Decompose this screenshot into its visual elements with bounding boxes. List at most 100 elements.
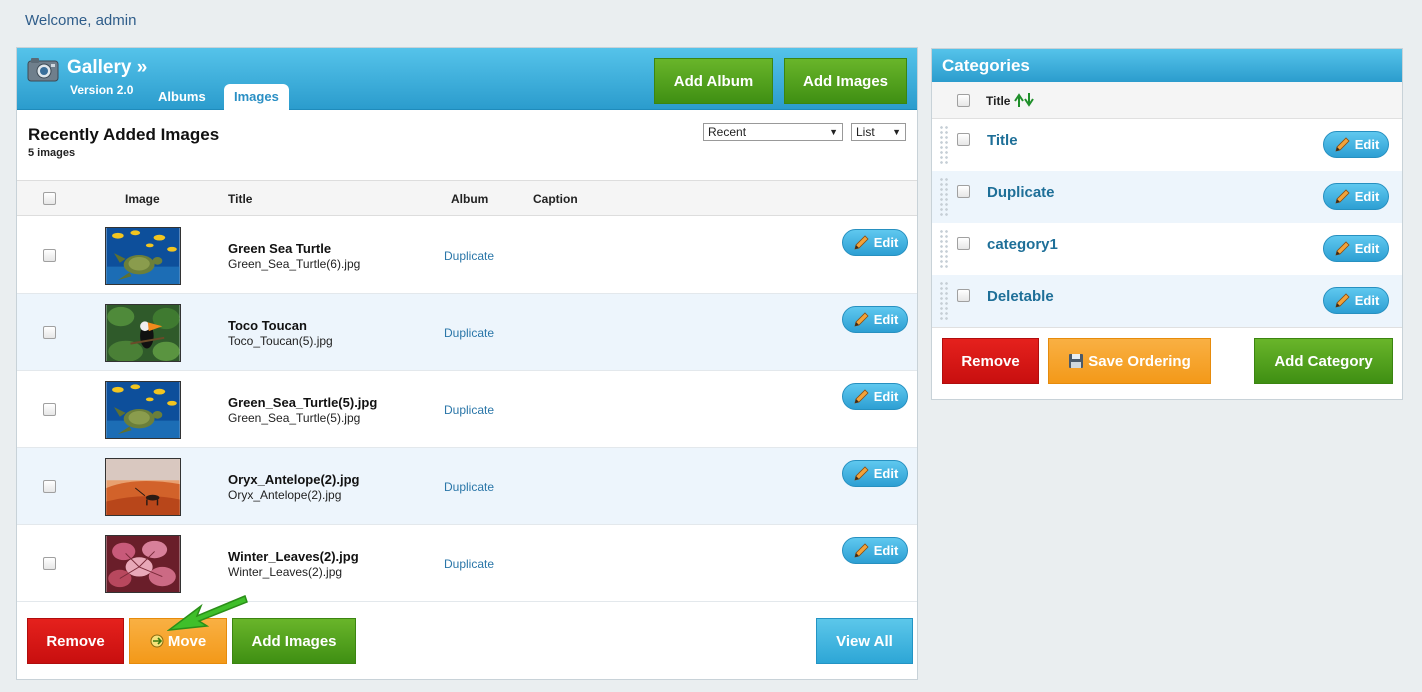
add-images-footer-button[interactable]: Add Images: [232, 618, 356, 664]
categories-title: Categories: [942, 56, 1030, 75]
category-name[interactable]: category1: [987, 236, 1058, 253]
category-name[interactable]: Duplicate: [987, 184, 1055, 201]
column-caption: Caption: [533, 192, 578, 206]
category-row: Deletable Edit: [932, 275, 1402, 327]
image-title: Green Sea Turtle: [228, 241, 332, 256]
image-title: Green_Sea_Turtle(5).jpg: [228, 395, 378, 410]
thumbnail-winter-leaves[interactable]: [105, 535, 181, 593]
table-row: Winter_Leaves(2).jpg Winter_Leaves(2).jp…: [17, 525, 917, 602]
edit-label: Edit: [1354, 137, 1380, 152]
thumbnail-oryx-antelope[interactable]: [105, 458, 181, 516]
edit-label: Edit: [873, 543, 899, 558]
album-link[interactable]: Duplicate: [444, 403, 494, 417]
category-row: category1 Edit: [932, 223, 1402, 275]
drag-handle-icon[interactable]: [939, 125, 949, 165]
category-checkbox[interactable]: [957, 289, 970, 302]
table-row: Green Sea Turtle Green_Sea_Turtle(6).jpg…: [17, 217, 917, 294]
recent-images-title: Recently Added Images: [28, 125, 220, 144]
row-checkbox[interactable]: [43, 557, 56, 570]
view-select[interactable]: List ▼: [851, 123, 906, 141]
add-images-header-button[interactable]: Add Images: [784, 58, 907, 104]
category-checkbox[interactable]: [957, 133, 970, 146]
welcome-text: Welcome, admin: [25, 12, 137, 29]
edit-button[interactable]: Edit: [1323, 131, 1389, 158]
edit-button[interactable]: Edit: [842, 537, 908, 564]
column-title: Title: [228, 192, 253, 206]
pencil-icon: [854, 542, 869, 558]
category-name[interactable]: Deletable: [987, 288, 1054, 305]
drag-handle-icon[interactable]: [939, 177, 949, 217]
thumbnail-toco-toucan[interactable]: [105, 304, 181, 362]
edit-button[interactable]: Edit: [842, 229, 908, 256]
gallery-header: Gallery » Version 2.0 Albums Images Add …: [17, 48, 917, 110]
remove-categories-button[interactable]: Remove: [942, 338, 1039, 384]
view-all-button[interactable]: View All: [816, 618, 913, 664]
edit-button[interactable]: Edit: [1323, 183, 1389, 210]
table-row: Toco Toucan Toco_Toucan(5).jpg Duplicate…: [17, 294, 917, 371]
category-name[interactable]: Title: [987, 132, 1018, 149]
save-ordering-button[interactable]: Save Ordering: [1048, 338, 1211, 384]
row-checkbox[interactable]: [43, 326, 56, 339]
thumbnail-green-sea-turtle-5[interactable]: [105, 381, 181, 439]
pencil-icon: [854, 234, 869, 250]
remove-images-button[interactable]: Remove: [27, 618, 124, 664]
column-title: Title: [986, 94, 1011, 108]
table-row: Oryx_Antelope(2).jpg Oryx_Antelope(2).jp…: [17, 448, 917, 525]
pencil-icon: [854, 311, 869, 327]
row-checkbox[interactable]: [43, 480, 56, 493]
row-checkbox[interactable]: [43, 403, 56, 416]
camera-icon: [27, 58, 59, 82]
drag-handle-icon[interactable]: [939, 229, 949, 269]
edit-button[interactable]: Edit: [842, 306, 908, 333]
add-category-button[interactable]: Add Category: [1254, 338, 1393, 384]
tab-albums[interactable]: Albums: [148, 84, 216, 110]
edit-button[interactable]: Edit: [842, 383, 908, 410]
edit-label: Edit: [873, 466, 899, 481]
image-title: Oryx_Antelope(2).jpg: [228, 472, 360, 487]
album-link[interactable]: Duplicate: [444, 249, 494, 263]
sort-select[interactable]: Recent ▼: [703, 123, 843, 141]
select-all-categories-checkbox[interactable]: [957, 94, 970, 107]
category-row: Title Edit: [932, 119, 1402, 171]
sort-select-value: Recent: [708, 125, 747, 139]
select-all-checkbox[interactable]: [43, 192, 56, 205]
category-checkbox[interactable]: [957, 185, 970, 198]
edit-label: Edit: [873, 389, 899, 404]
categories-table-header: Title: [932, 82, 1402, 119]
pencil-icon: [1335, 136, 1350, 152]
edit-label: Edit: [1354, 189, 1380, 204]
album-link[interactable]: Duplicate: [444, 480, 494, 494]
image-filename: Winter_Leaves(2).jpg: [228, 565, 343, 579]
edit-label: Edit: [873, 235, 899, 250]
divider: [932, 327, 1402, 328]
edit-button[interactable]: Edit: [842, 460, 908, 487]
edit-label: Edit: [873, 312, 899, 327]
image-filename: Oryx_Antelope(2).jpg: [228, 488, 342, 502]
image-filename: Green_Sea_Turtle(6).jpg: [228, 257, 361, 271]
edit-button[interactable]: Edit: [1323, 287, 1389, 314]
drag-handle-icon[interactable]: [939, 281, 949, 321]
thumbnail-green-sea-turtle[interactable]: [105, 227, 181, 285]
tab-images[interactable]: Images: [224, 84, 289, 110]
album-link[interactable]: Duplicate: [444, 326, 494, 340]
column-image: Image: [125, 192, 160, 206]
gallery-version: Version 2.0: [70, 83, 134, 97]
edit-button[interactable]: Edit: [1323, 235, 1389, 262]
view-select-value: List: [856, 125, 875, 139]
table-row: Green_Sea_Turtle(5).jpg Green_Sea_Turtle…: [17, 371, 917, 448]
image-count: 5 images: [28, 147, 76, 159]
category-row: Duplicate Edit: [932, 171, 1402, 223]
pencil-icon: [854, 388, 869, 404]
move-icon: [150, 634, 164, 648]
gallery-title[interactable]: Gallery »: [67, 57, 147, 79]
row-checkbox[interactable]: [43, 249, 56, 262]
pencil-icon: [1335, 292, 1350, 308]
sort-arrows-icon[interactable]: [1014, 93, 1034, 107]
categories-header: Categories: [932, 49, 1402, 82]
image-title: Toco Toucan: [228, 318, 307, 333]
add-album-button[interactable]: Add Album: [654, 58, 773, 104]
image-filename: Toco_Toucan(5).jpg: [228, 334, 333, 348]
album-link[interactable]: Duplicate: [444, 557, 494, 571]
category-checkbox[interactable]: [957, 237, 970, 250]
image-title: Winter_Leaves(2).jpg: [228, 549, 359, 564]
